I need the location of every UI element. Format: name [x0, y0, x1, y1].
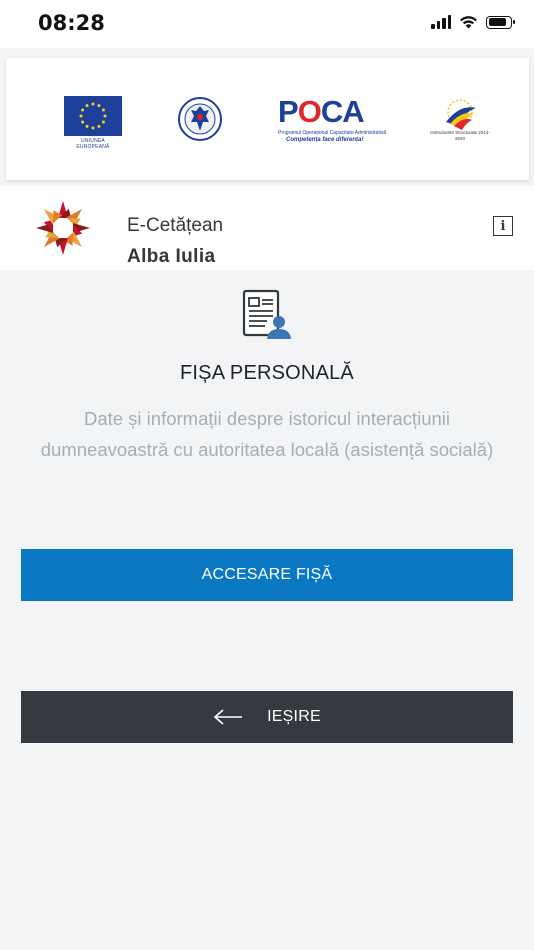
app-city: Alba Iulia	[127, 246, 216, 267]
exit-button[interactable]: IEȘIRE	[21, 691, 513, 743]
poca-letter-o: O	[297, 94, 322, 129]
page-title: FIȘA PERSONALĂ	[180, 362, 354, 384]
eu-flag-icon	[64, 96, 122, 136]
access-file-button-label: ACCESARE FIȘĂ	[201, 566, 333, 583]
arrow-left-icon	[213, 709, 243, 725]
signal-icon	[431, 15, 451, 29]
personal-file-icon	[242, 289, 291, 339]
poca-letter-p: P	[278, 94, 299, 129]
wifi-icon	[460, 16, 477, 29]
alba-iulia-logo-icon	[36, 201, 90, 255]
poca-subtitle: Programul Operațional Capacitate Adminis…	[278, 130, 387, 136]
exit-button-label: IEȘIRE	[267, 708, 321, 725]
status-time: 08:28	[38, 11, 105, 35]
sponsor-logos-banner: UNIUNEA EUROPEANĂ POCA Programul Operați…	[6, 58, 529, 180]
access-file-button[interactable]: ACCESARE FIȘĂ	[21, 549, 513, 601]
status-bar: 08:28	[0, 0, 534, 48]
eu-caption: UNIUNEA EUROPEANĂ	[76, 138, 110, 150]
poca-letters-ca: CA	[320, 94, 365, 129]
government-seal-icon	[178, 97, 222, 141]
structural-instruments-caption: Instrumente Structurale 2014-2020	[430, 130, 490, 141]
app-header: E-Cetățean Alba Iulia i	[0, 186, 534, 270]
poca-logo: POCA Programul Operațional Capacitate Ad…	[278, 94, 386, 144]
page-description: Date și informații despre istoricul inte…	[40, 408, 494, 460]
battery-icon	[486, 15, 515, 29]
poca-tagline: Competența face diferența!	[286, 137, 364, 143]
info-button[interactable]: i	[493, 216, 513, 236]
app-name: E-Cetățean	[127, 215, 224, 236]
status-icons	[431, 15, 515, 29]
